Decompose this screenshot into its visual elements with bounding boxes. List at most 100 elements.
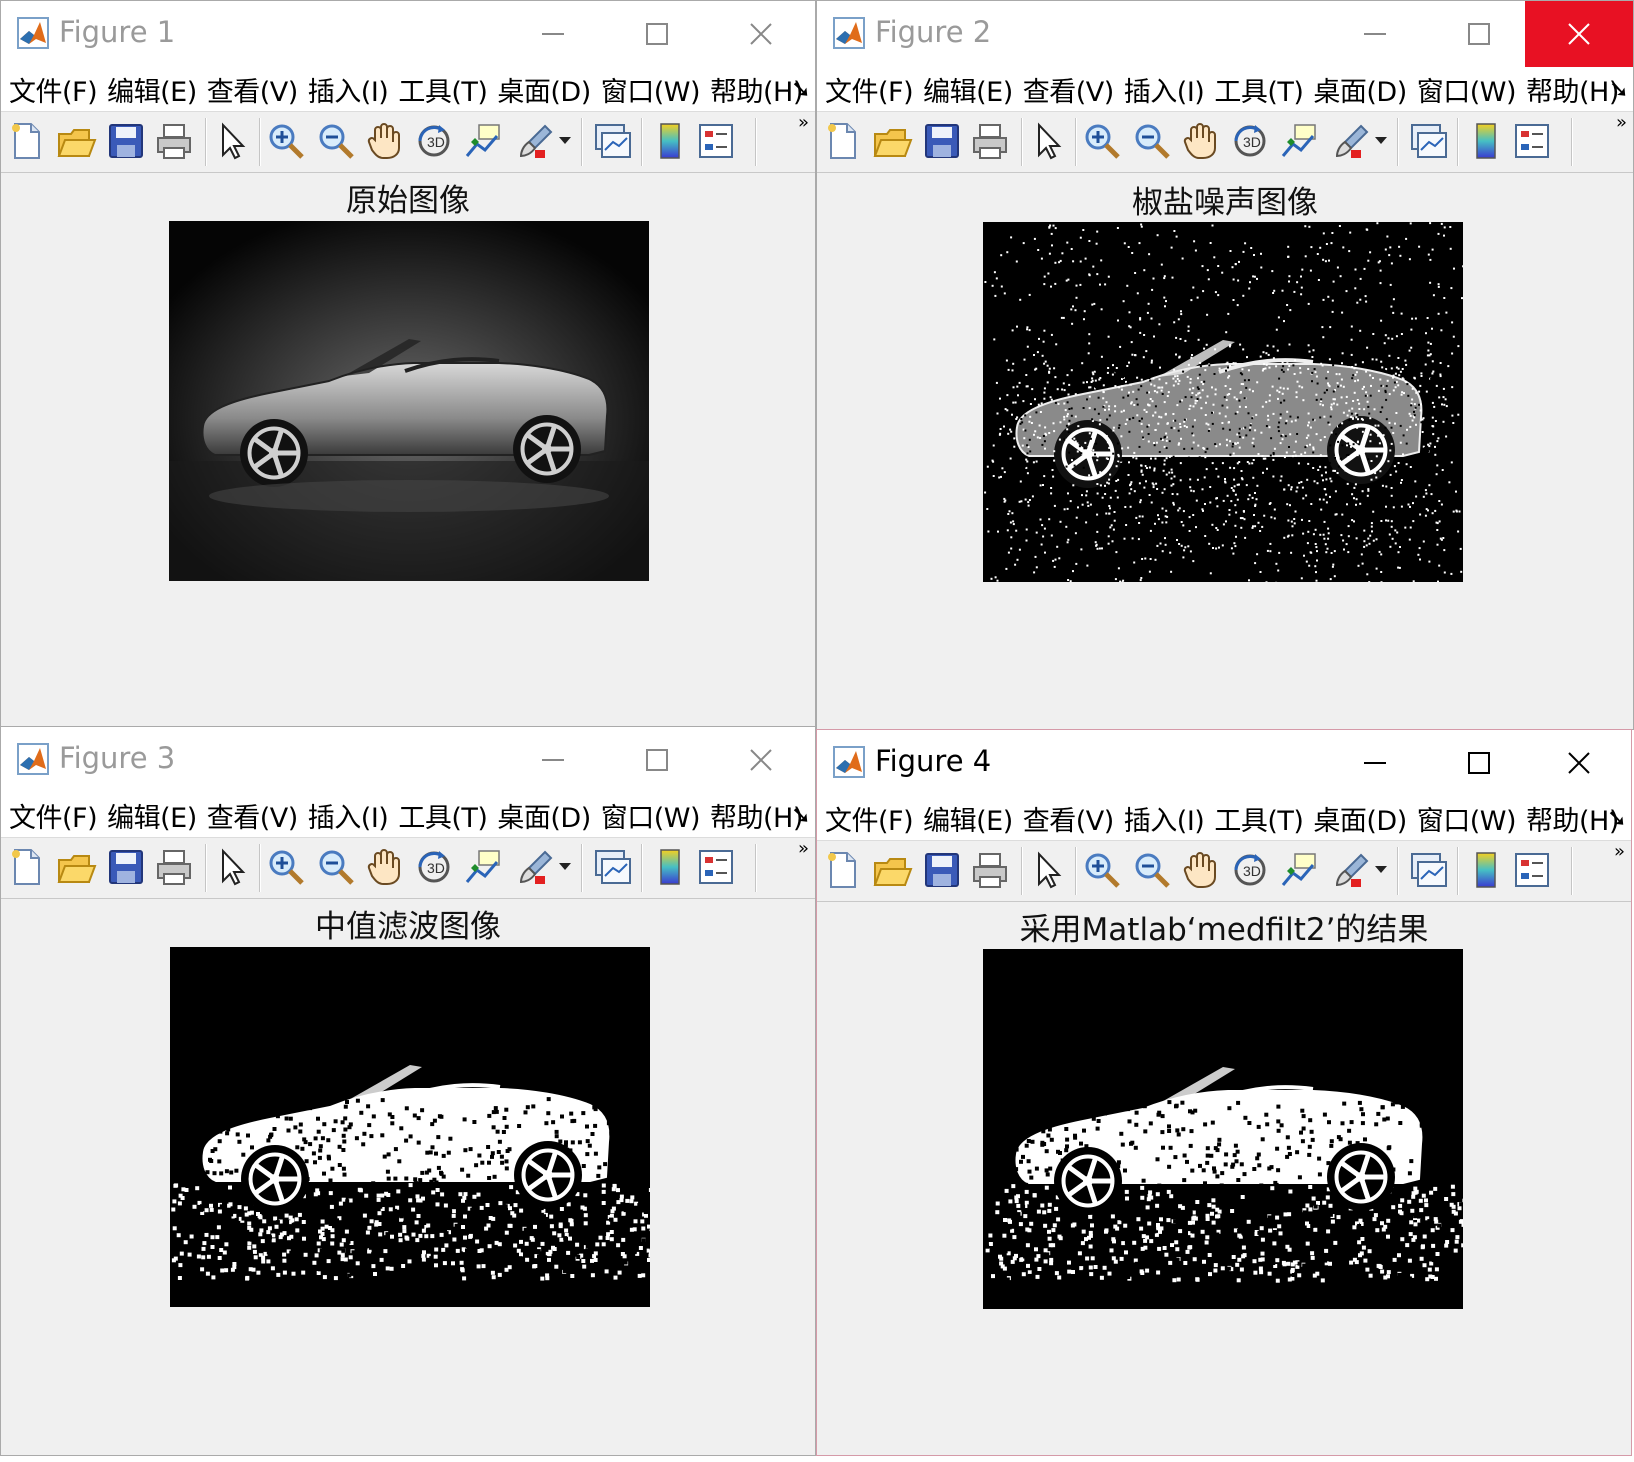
menu-desktop[interactable]: 桌面(D) [489,796,592,835]
print-tool-button[interactable] [969,120,1011,162]
menu-window[interactable]: 窗口(W) [1409,70,1518,109]
close-button[interactable] [709,1,813,67]
data-cursor-tool-button[interactable] [461,120,503,162]
menu-dock-arrow-icon[interactable]: ➘ [1609,75,1629,103]
print-tool-button[interactable] [969,849,1011,891]
zoom-in-tool-button[interactable] [265,846,307,888]
rotate-3d-tool-button[interactable]: 3D [1229,849,1271,891]
zoom-out-tool-button[interactable] [315,846,357,888]
toolbar-overflow-icon[interactable]: » [1614,841,1625,862]
data-cursor-tool-button[interactable] [1277,120,1319,162]
minimize-button[interactable] [1323,1,1427,67]
menu-desktop[interactable]: 桌面(D) [1305,70,1408,109]
brush-dropdown-arrow-icon[interactable] [1373,120,1389,162]
legend-tool-button[interactable] [695,846,737,888]
legend-tool-button[interactable] [1511,849,1553,891]
rotate-3d-tool-button[interactable]: 3D [413,846,455,888]
pan-hand-tool-button[interactable] [363,120,405,162]
legend-tool-button[interactable] [695,120,737,162]
brush-tool-button[interactable] [1331,849,1373,891]
minimize-button[interactable] [501,727,605,793]
colorbar-tool-button[interactable] [1465,849,1507,891]
menu-window[interactable]: 窗口(W) [593,796,702,835]
menu-insert[interactable]: 插入(I) [300,796,391,835]
colorbar-tool-button[interactable] [649,120,691,162]
select-arrow-tool-button[interactable] [1027,849,1069,891]
menu-file[interactable]: 文件(F) [1,70,99,109]
toolbar-overflow-icon[interactable]: » [798,112,809,133]
menu-dock-arrow-icon[interactable]: ➘ [791,801,811,829]
menu-help[interactable]: 帮助(H) [702,70,805,109]
menu-help[interactable]: 帮助(H) [702,796,805,835]
new-figure-tool-button[interactable] [7,846,49,888]
link-plot-tool-button[interactable] [1407,120,1449,162]
menu-tools[interactable]: 工具(T) [390,796,489,835]
open-file-tool-button[interactable] [55,120,97,162]
maximize-button[interactable] [1427,1,1531,67]
menu-help[interactable]: 帮助(H) [1518,70,1621,109]
rotate-3d-tool-button[interactable]: 3D [413,120,455,162]
select-arrow-tool-button[interactable] [211,120,253,162]
zoom-out-tool-button[interactable] [1131,849,1173,891]
minimize-button[interactable] [1323,730,1427,796]
menu-window[interactable]: 窗口(W) [1409,799,1518,838]
maximize-button[interactable] [605,727,709,793]
colorbar-tool-button[interactable] [1465,120,1507,162]
menu-insert[interactable]: 插入(I) [1116,799,1207,838]
brush-dropdown-arrow-icon[interactable] [1373,849,1389,891]
menu-tools[interactable]: 工具(T) [1206,70,1305,109]
save-tool-button[interactable] [921,849,963,891]
brush-tool-button[interactable] [515,846,557,888]
menu-view[interactable]: 查看(V) [199,70,300,109]
save-tool-button[interactable] [105,846,147,888]
title-bar[interactable]: Figure 3 [1,727,815,793]
toolbar-overflow-icon[interactable]: » [798,838,809,859]
menu-window[interactable]: 窗口(W) [593,70,702,109]
minimize-button[interactable] [501,1,605,67]
zoom-in-tool-button[interactable] [265,120,307,162]
new-figure-tool-button[interactable] [823,120,865,162]
menu-view[interactable]: 查看(V) [199,796,300,835]
pan-hand-tool-button[interactable] [1179,120,1221,162]
menu-dock-arrow-icon[interactable]: ➘ [1607,804,1627,832]
rotate-3d-tool-button[interactable]: 3D [1229,120,1271,162]
link-plot-tool-button[interactable] [591,120,633,162]
save-tool-button[interactable] [105,120,147,162]
menu-edit[interactable]: 编辑(E) [99,796,199,835]
menu-file[interactable]: 文件(F) [817,799,915,838]
print-tool-button[interactable] [153,120,195,162]
brush-tool-button[interactable] [1331,120,1373,162]
title-bar[interactable]: Figure 1 [1,1,815,67]
menu-view[interactable]: 查看(V) [1015,799,1116,838]
menu-edit[interactable]: 编辑(E) [99,70,199,109]
zoom-in-tool-button[interactable] [1081,120,1123,162]
menu-edit[interactable]: 编辑(E) [915,70,1015,109]
title-bar[interactable]: Figure 2 [817,1,1633,67]
toolbar-overflow-icon[interactable]: » [1616,112,1627,133]
open-file-tool-button[interactable] [55,846,97,888]
close-button[interactable] [1527,730,1631,796]
legend-tool-button[interactable] [1511,120,1553,162]
menu-dock-arrow-icon[interactable]: ➘ [791,75,811,103]
colorbar-tool-button[interactable] [649,846,691,888]
link-plot-tool-button[interactable] [1407,849,1449,891]
title-bar[interactable]: Figure 4 [817,730,1631,796]
zoom-out-tool-button[interactable] [315,120,357,162]
menu-desktop[interactable]: 桌面(D) [1305,799,1408,838]
pan-hand-tool-button[interactable] [1179,849,1221,891]
zoom-in-tool-button[interactable] [1081,849,1123,891]
close-button[interactable] [709,727,813,793]
open-file-tool-button[interactable] [871,849,913,891]
new-figure-tool-button[interactable] [823,849,865,891]
open-file-tool-button[interactable] [871,120,913,162]
brush-tool-button[interactable] [515,120,557,162]
menu-file[interactable]: 文件(F) [817,70,915,109]
new-figure-tool-button[interactable] [7,120,49,162]
brush-dropdown-arrow-icon[interactable] [557,846,573,888]
menu-file[interactable]: 文件(F) [1,796,99,835]
close-button[interactable] [1525,1,1633,67]
maximize-button[interactable] [605,1,709,67]
select-arrow-tool-button[interactable] [211,846,253,888]
data-cursor-tool-button[interactable] [461,846,503,888]
menu-edit[interactable]: 编辑(E) [915,799,1015,838]
